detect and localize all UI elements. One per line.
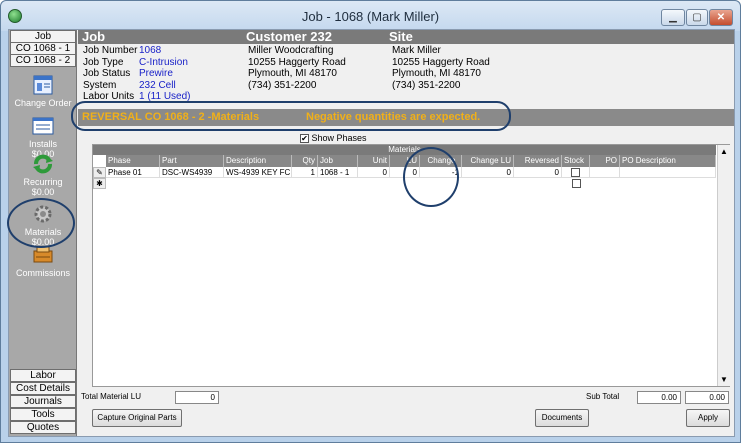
- scroll-down-icon[interactable]: ▼: [720, 375, 728, 384]
- col-header-phase[interactable]: Phase: [106, 155, 160, 167]
- col-header-change-lu[interactable]: Change LU: [462, 155, 514, 167]
- grid-scrollbar[interactable]: ▲ ▼: [717, 145, 730, 386]
- main-panel: Job Customer 232 Site Job Number Job Typ…: [71, 29, 734, 436]
- col-header-reversed[interactable]: Reversed: [514, 155, 562, 167]
- job-info-values: 1068 C-Intrusion Prewire 232 Cell 1 (11 …: [139, 45, 191, 103]
- sidebar-item-label: Installs: [28, 139, 57, 149]
- stock-checkbox[interactable]: [571, 168, 580, 177]
- minimize-button[interactable]: ▁: [661, 9, 685, 26]
- subtotal-field-1[interactable]: 0.00: [637, 391, 681, 404]
- document-icon: [32, 75, 54, 95]
- customer-name: Miller Woodcrafting: [248, 45, 334, 56]
- title-bar[interactable]: Job - 1068 (Mark Miller) ▁ ▢ ✕: [1, 1, 740, 31]
- sidebar-item-commissions[interactable]: Commissions: [9, 245, 77, 278]
- value-job-number[interactable]: 1068: [139, 45, 191, 57]
- col-header-description[interactable]: Description: [224, 155, 292, 167]
- col-header-po-description[interactable]: PO Description: [620, 155, 716, 167]
- site-name: Mark Miller: [392, 45, 441, 56]
- cell-phase[interactable]: Phase 01: [106, 167, 160, 178]
- cell-po-description[interactable]: [620, 167, 716, 178]
- col-header-po[interactable]: PO: [590, 155, 620, 167]
- cell-unit[interactable]: 0: [358, 167, 390, 178]
- show-phases-toggle[interactable]: ✔ Show Phases: [300, 133, 367, 144]
- recycle-icon: [32, 154, 54, 174]
- documents-button[interactable]: Documents: [535, 409, 589, 427]
- sidebar-item-change-order[interactable]: Change Order: [9, 75, 77, 108]
- show-phases-label: Show Phases: [311, 133, 367, 143]
- sidebar-tab-quotes[interactable]: Quotes: [10, 421, 76, 434]
- label-job-status: Job Status: [83, 68, 131, 79]
- customer-address1: 10255 Haggerty Road: [248, 56, 346, 68]
- label-system: System: [83, 79, 117, 91]
- job-window: Job - 1068 (Mark Miller) ▁ ▢ ✕ Job CO 10…: [0, 0, 741, 443]
- customer-address2: Plymouth, MI 48170: [248, 68, 337, 79]
- window-title: Job - 1068 (Mark Miller): [301, 9, 440, 24]
- site-address1: 10255 Haggerty Road: [392, 56, 490, 68]
- job-info-labels: Job Number Job Type Job Status System La…: [83, 45, 137, 103]
- customer-info: Miller Woodcrafting 10255 Haggerty Road …: [248, 45, 346, 91]
- col-header-job[interactable]: Job: [318, 155, 358, 167]
- header-customer: Customer 232: [246, 29, 332, 44]
- site-address2: Plymouth, MI 48170: [392, 68, 481, 79]
- sidebar-item-label: Change Order: [14, 98, 72, 108]
- col-header-unit[interactable]: Unit: [358, 155, 390, 167]
- site-phone: (734) 351-2200: [392, 79, 461, 91]
- new-row-icon[interactable]: ✱: [93, 178, 106, 189]
- cell-job[interactable]: 1068 - 1: [318, 167, 358, 178]
- sidebar-tab-labor[interactable]: Labor: [10, 369, 76, 382]
- sidebar-item-label: Recurring: [23, 177, 63, 187]
- client-area: Job CO 1068 - 1 CO 1068 - 2 Change Order…: [7, 29, 735, 437]
- cell-change-lu[interactable]: 0: [462, 167, 514, 178]
- apply-button[interactable]: Apply: [686, 409, 730, 427]
- show-phases-checkbox[interactable]: ✔: [300, 134, 309, 144]
- maximize-button[interactable]: ▢: [686, 9, 708, 26]
- col-header-stock[interactable]: Stock: [562, 155, 590, 167]
- site-info: Mark Miller 10255 Haggerty Road Plymouth…: [392, 45, 490, 91]
- value-job-type[interactable]: C-Intrusion: [139, 57, 191, 69]
- col-header-part[interactable]: Part: [160, 155, 224, 167]
- sidebar-tab-co-2[interactable]: CO 1068 - 2: [10, 54, 76, 67]
- subtotal-label: Sub Total: [586, 392, 620, 401]
- sidebar-item-recurring[interactable]: Recurring $0.00: [9, 154, 77, 197]
- sidebar-item-amount: $0.00: [31, 187, 55, 197]
- capture-original-parts-button[interactable]: Capture Original Parts: [92, 409, 182, 427]
- change-highlight-circle: [403, 147, 459, 207]
- sidebar-tab-cost-details[interactable]: Cost Details: [10, 382, 76, 395]
- scroll-up-icon[interactable]: ▲: [720, 147, 728, 156]
- grid-title: Materials: [93, 145, 716, 155]
- customer-phone: (734) 351-2200: [248, 79, 317, 91]
- new-row-stock-checkbox[interactable]: [571, 179, 581, 189]
- label-job-number: Job Number: [83, 45, 138, 56]
- banner-highlight-circle: [71, 101, 511, 131]
- cell-stock[interactable]: [562, 167, 590, 178]
- cell-qty[interactable]: 1: [292, 167, 318, 178]
- cell-part[interactable]: DSC-WS4939: [160, 167, 224, 178]
- close-button[interactable]: ✕: [709, 9, 733, 26]
- row-edit-icon[interactable]: ✎: [93, 167, 106, 178]
- label-job-type: Job Type: [83, 56, 124, 68]
- cell-description[interactable]: WS-4939 KEY FC: [224, 167, 292, 178]
- form-icon: [32, 116, 54, 136]
- sidebar-tab-tools[interactable]: Tools: [10, 408, 76, 421]
- cell-reversed[interactable]: 0: [514, 167, 562, 178]
- section-header: Job Customer 232 Site: [78, 29, 734, 44]
- materials-grid: Materials Phase Part Description Qty Job…: [92, 144, 730, 387]
- header-site: Site: [389, 29, 413, 44]
- header-job: Job: [82, 29, 106, 44]
- new-row-stock-cell[interactable]: [562, 178, 590, 189]
- col-header-qty[interactable]: Qty: [292, 155, 318, 167]
- value-job-status[interactable]: Prewire: [139, 68, 191, 80]
- sidebar-item-label: Commissions: [15, 268, 70, 278]
- total-lu-field[interactable]: 0: [175, 391, 219, 404]
- sidebar-item-installs[interactable]: Installs $0.00: [9, 116, 77, 159]
- cell-po[interactable]: [590, 167, 620, 178]
- subtotal-field-2[interactable]: 0.00: [685, 391, 729, 404]
- total-lu-label: Total Material LU: [81, 392, 142, 401]
- sidebar-tab-journals[interactable]: Journals: [10, 395, 76, 408]
- materials-highlight-circle: [7, 198, 75, 248]
- cash-register-icon: [32, 245, 54, 265]
- value-system[interactable]: 232 Cell: [139, 80, 191, 92]
